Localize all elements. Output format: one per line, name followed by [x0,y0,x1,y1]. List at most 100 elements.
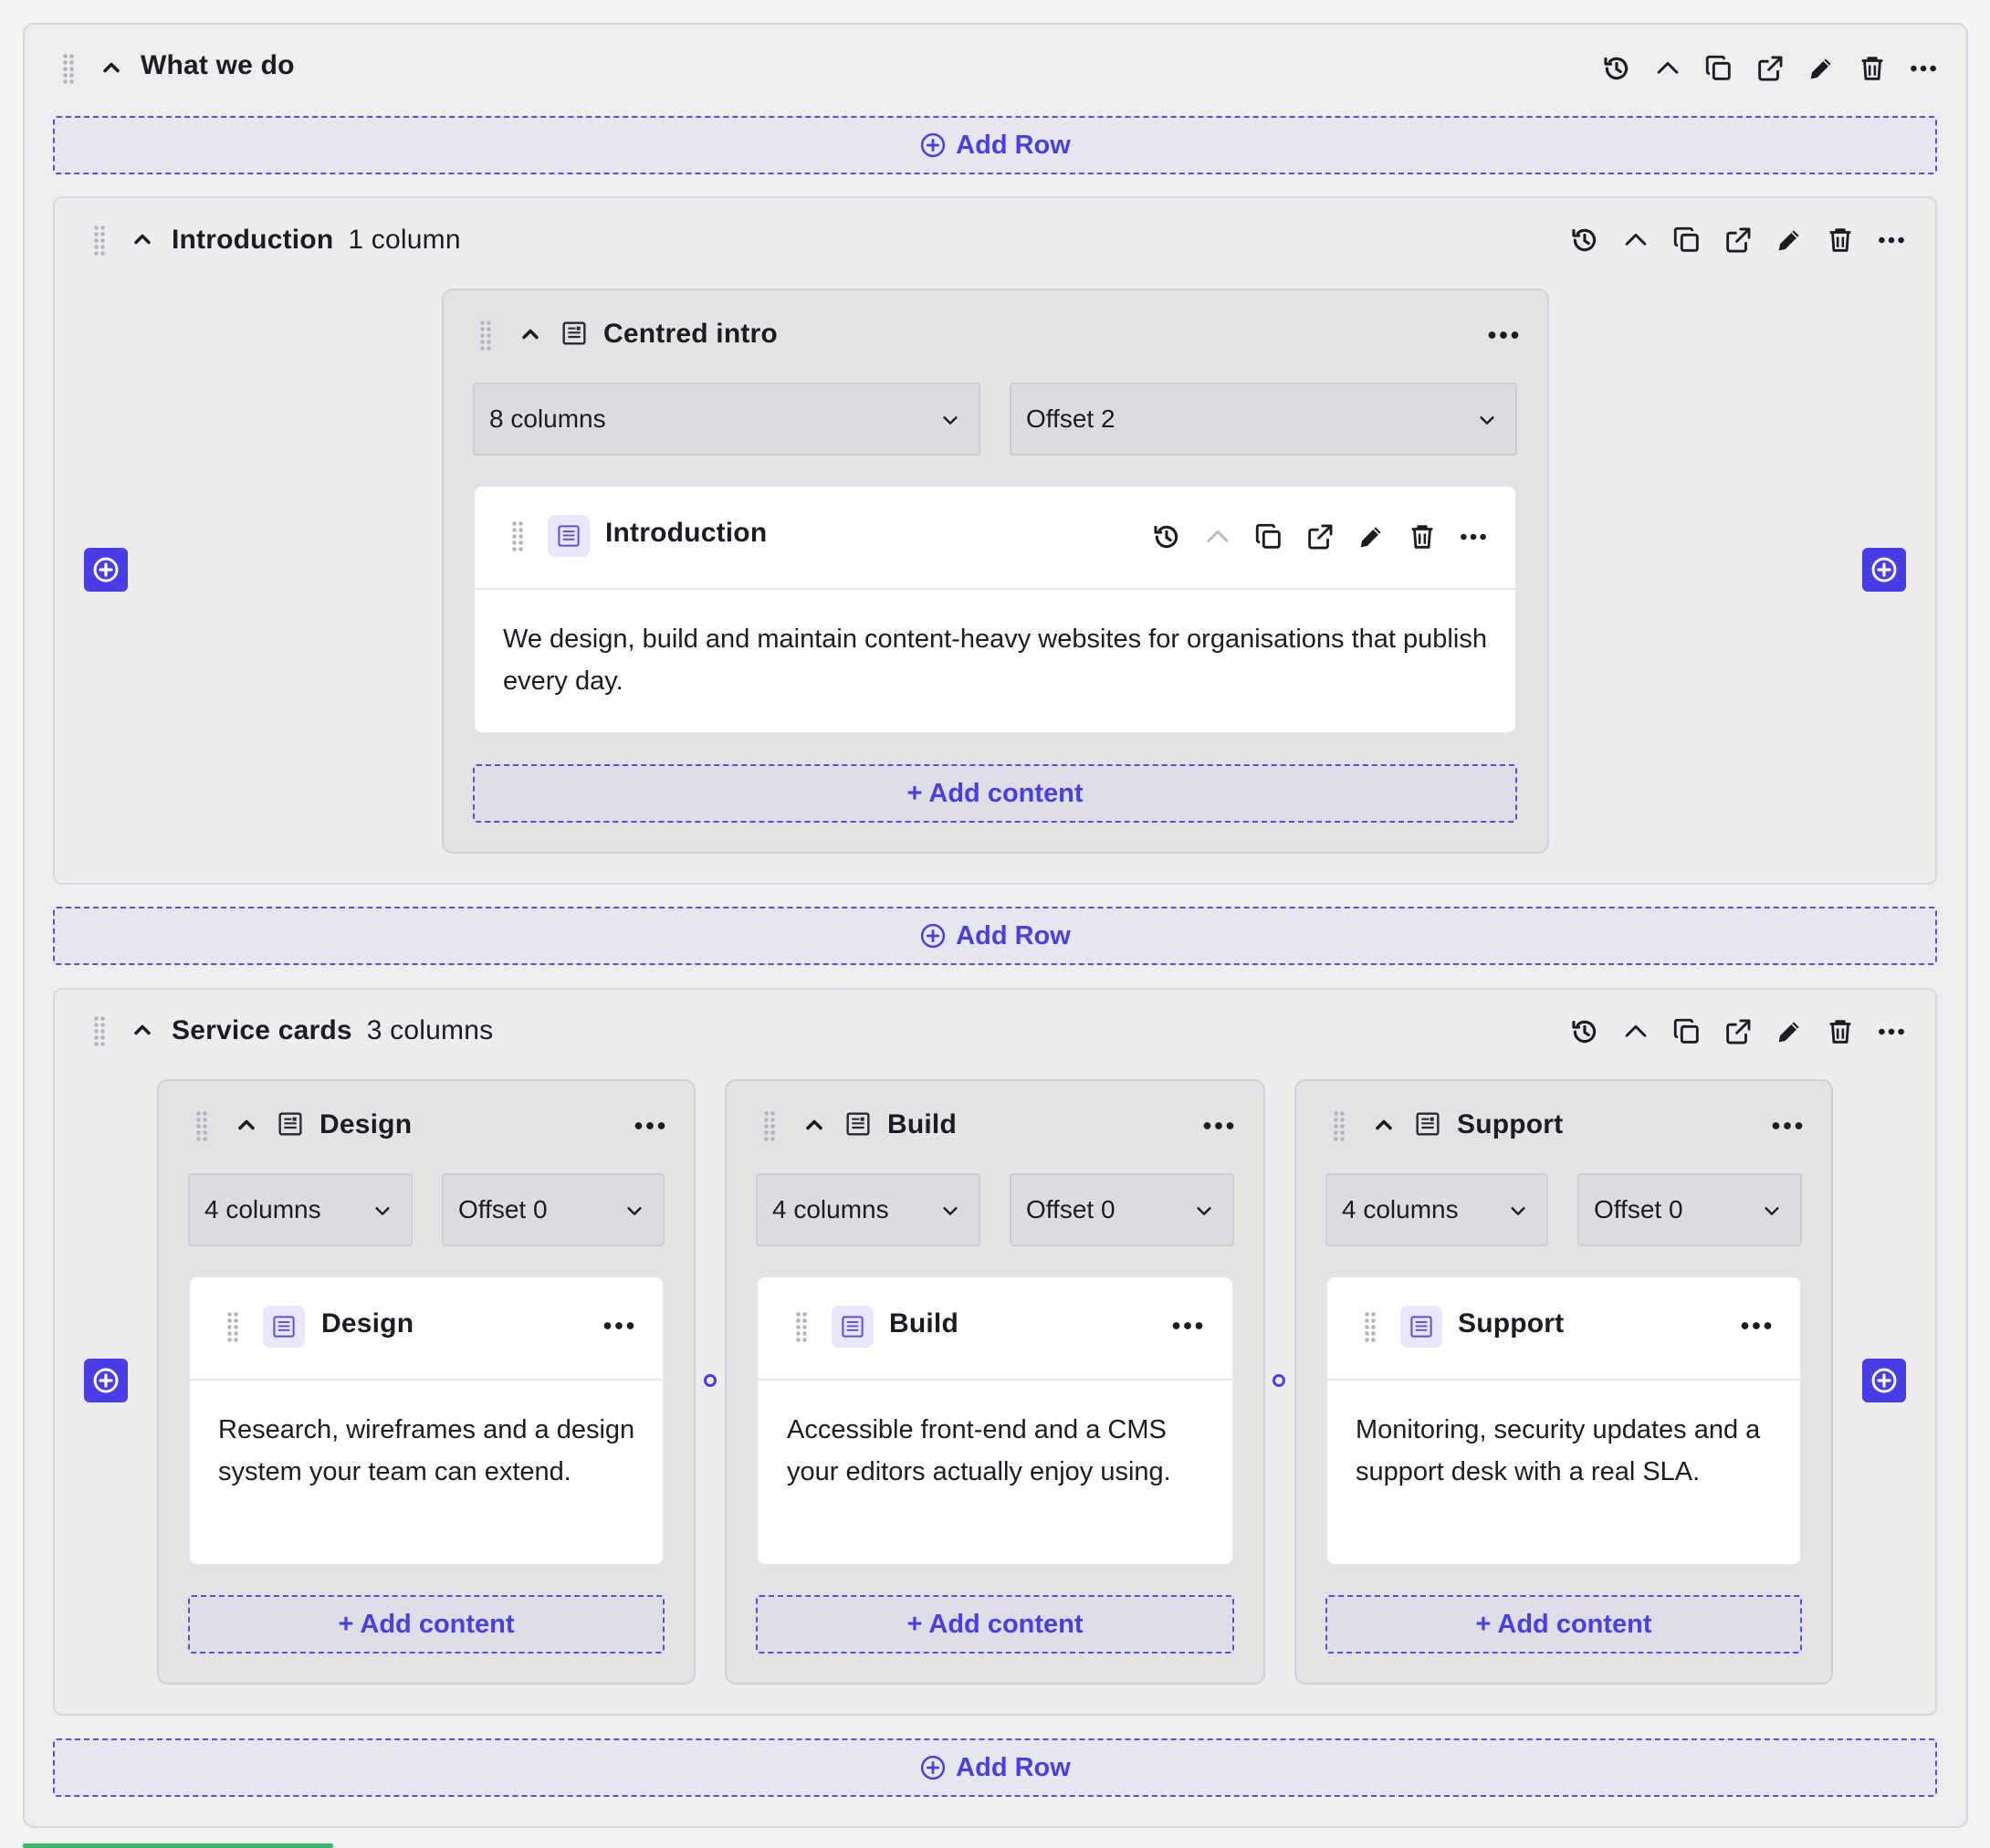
duplicate-icon[interactable] [1661,1012,1712,1052]
column-width-select[interactable]: 4 columns [756,1173,980,1246]
chevron-down-icon [372,1201,393,1221]
add-content-button[interactable]: + Add content [473,764,1517,823]
collapse-icon[interactable] [1610,1012,1661,1052]
duplicate-icon[interactable] [1693,48,1744,89]
more-icon[interactable] [1485,317,1522,353]
history-icon[interactable] [1559,1012,1610,1052]
chevron-down-icon [1508,1201,1528,1221]
row-toolbar [1559,220,1917,260]
drag-handle-icon[interactable] [479,320,492,351]
chevron-up-icon[interactable] [1371,1112,1397,1138]
more-icon[interactable] [1448,517,1499,557]
edit-icon[interactable] [1796,48,1847,89]
more-icon[interactable] [1866,220,1917,260]
column-width-select[interactable]: 4 columns [1325,1173,1548,1246]
chevron-down-icon [1762,1201,1782,1221]
more-icon[interactable] [1898,48,1949,89]
add-circle-icon [919,1754,947,1781]
drag-handle-icon[interactable] [93,225,106,256]
more-icon[interactable] [1738,1307,1775,1344]
drag-handle-icon[interactable] [93,1015,106,1046]
add-row-label: Add Row [956,920,1071,950]
chevron-up-icon[interactable] [130,226,155,252]
drag-handle-icon[interactable] [62,53,75,84]
chevron-up-icon[interactable] [234,1112,259,1138]
content-block-header [190,1277,663,1381]
more-icon[interactable] [632,1108,668,1144]
more-icon[interactable] [1169,1307,1206,1344]
history-icon[interactable] [1559,220,1610,260]
open-external-icon[interactable] [1744,48,1796,89]
add-column-right-button[interactable] [1862,1359,1906,1402]
more-icon[interactable] [1769,1108,1806,1144]
more-icon[interactable] [1866,1012,1917,1052]
add-circle-icon [1870,555,1899,584]
delete-icon[interactable] [1847,48,1898,89]
add-circle-icon [91,1366,120,1395]
column-title: Centred intro [603,319,778,349]
history-icon[interactable] [1591,48,1642,89]
chevron-up-icon[interactable] [130,1017,155,1043]
add-row-button[interactable]: Add Row [53,907,1937,965]
add-column-left-button[interactable] [84,548,128,592]
more-icon[interactable] [601,1307,637,1344]
chevron-down-icon [1194,1201,1214,1221]
add-circle-icon [91,555,120,584]
duplicate-icon[interactable] [1243,517,1294,557]
add-column-right-button[interactable] [1862,548,1906,592]
add-content-button[interactable]: + Add content [188,1595,665,1654]
chevron-down-icon [624,1201,644,1221]
content-block-text: Research, wireframes and a design system… [218,1415,635,1486]
add-content-button[interactable]: + Add content [756,1595,1234,1654]
drag-handle-icon[interactable] [511,520,524,551]
edit-icon[interactable] [1346,517,1397,557]
column-width-select[interactable]: 4 columns [188,1173,413,1246]
add-row-button[interactable]: Add Row [53,116,1937,174]
chevron-up-icon[interactable] [518,321,543,347]
add-column-left-button[interactable] [84,1359,128,1402]
edit-icon[interactable] [1764,1012,1815,1052]
collapse-icon[interactable] [1610,220,1661,260]
column-width-select[interactable]: 8 columns [473,383,980,456]
drag-handle-icon[interactable] [226,1311,239,1342]
chevron-up-icon[interactable] [99,55,124,80]
edit-icon[interactable] [1764,220,1815,260]
delete-icon[interactable] [1397,517,1448,557]
duplicate-icon[interactable] [1661,220,1712,260]
add-content-button[interactable]: + Add content [1325,1595,1802,1654]
add-circle-icon [919,131,947,159]
drag-handle-icon[interactable] [763,1110,776,1141]
content-block-title: Introduction [605,518,768,548]
add-row-button[interactable]: Add Row [53,1738,1937,1797]
open-external-icon[interactable] [1712,1012,1764,1052]
add-row-label: Add Row [956,130,1071,160]
content-block-text: Monitoring, security updates and a suppo… [1356,1415,1761,1486]
drag-handle-icon[interactable] [1364,1311,1377,1342]
open-external-icon[interactable] [1712,220,1764,260]
chevron-down-icon [940,410,960,430]
delete-icon[interactable] [1815,220,1866,260]
column-gap-handle[interactable] [1273,1374,1285,1387]
column-title: Build [887,1109,957,1139]
column-offset-select[interactable]: Offset 0 [442,1173,665,1246]
chevron-up-icon[interactable] [801,1112,827,1138]
column-gap-handle[interactable] [704,1374,717,1387]
column-offset-select[interactable]: Offset 0 [1010,1173,1234,1246]
more-icon[interactable] [1200,1108,1237,1144]
history-icon[interactable] [1141,517,1192,557]
delete-icon[interactable] [1815,1012,1866,1052]
drag-handle-icon[interactable] [195,1110,208,1141]
collapse-icon[interactable] [1642,48,1693,89]
column-offset-select[interactable]: Offset 0 [1577,1173,1802,1246]
open-external-icon[interactable] [1294,517,1346,557]
column-offset-select[interactable]: Offset 2 [1010,383,1517,456]
document-icon [263,1306,305,1348]
drag-handle-icon[interactable] [1333,1110,1346,1141]
chevron-down-icon [1477,410,1497,430]
content-block-text: We design, build and maintain content-he… [503,625,1487,696]
document-icon [1400,1306,1442,1348]
section-toolbar [1591,48,1949,89]
add-row-label: Add Row [956,1752,1071,1782]
row-column-count: 3 columns [366,1015,494,1045]
drag-handle-icon[interactable] [795,1311,808,1342]
